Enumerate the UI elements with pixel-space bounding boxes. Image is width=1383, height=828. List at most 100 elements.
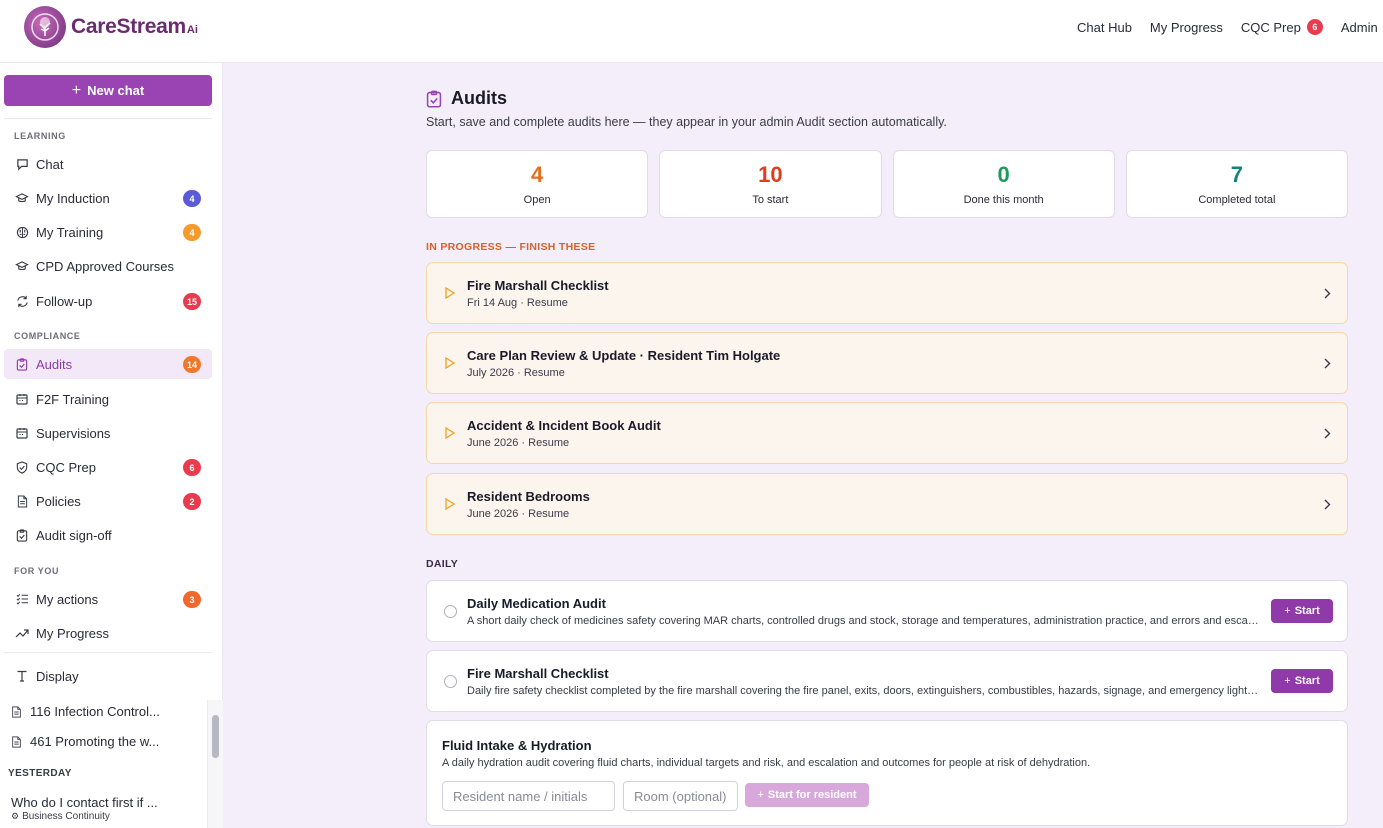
recent-chat-item[interactable]: 461 Promoting the w... — [11, 734, 159, 749]
section-for-you: FOR YOU — [14, 566, 60, 576]
stat-completed-total: 7 Completed total — [1125, 150, 1348, 218]
nav-cqc-prep[interactable]: CQC Prep 6 — [1241, 19, 1323, 35]
nav-label: Admin — [1340, 19, 1378, 35]
start-audit-button[interactable]: + Start — [1271, 599, 1333, 623]
radio-wrap — [427, 674, 467, 688]
radio-icon[interactable] — [443, 604, 457, 618]
nav-my-progress[interactable]: My Progress — [1150, 20, 1223, 35]
nav-admin[interactable]: Admin — [1341, 20, 1378, 35]
play-icon — [427, 357, 467, 369]
stat-value: 4 — [531, 162, 544, 187]
clipboard-check-icon — [426, 90, 442, 108]
in-progress-audit[interactable]: Resident Bedrooms June 2026 · Resume — [426, 473, 1348, 535]
button-label: Start for resident — [767, 789, 857, 801]
audit-meta: June 2026 · Resume — [467, 436, 570, 449]
section-learning: LEARNING — [14, 131, 66, 141]
brand-logo[interactable]: CareStream Ai — [24, 6, 198, 48]
fluid-intake-audit: Fluid Intake & Hydration A daily hydrati… — [426, 720, 1348, 826]
stat-to-start: 10 To start — [659, 150, 882, 218]
sidebar-item-label: My Induction — [36, 190, 110, 206]
divider — [4, 652, 212, 653]
history-chat-category: Business Continuity — [22, 811, 110, 822]
plus-icon: + — [1284, 605, 1291, 617]
sidebar-item-chat[interactable]: Chat — [4, 149, 212, 179]
sidebar-scrollbar[interactable] — [207, 700, 223, 828]
start-for-resident-button[interactable]: + Start for resident — [745, 783, 869, 807]
audit-title: Care Plan Review & Update · Resident Tim… — [467, 347, 781, 363]
page-title-text: Audits — [451, 88, 507, 108]
chat-bubble-icon — [15, 157, 29, 171]
chevron-right-icon — [1307, 428, 1347, 439]
play-icon — [427, 427, 467, 439]
sidebar-item-my-actions[interactable]: My actions 3 — [4, 584, 212, 614]
sidebar-item-supervisions[interactable]: Supervisions — [4, 418, 212, 448]
recent-chat-label: 116 Infection Control... — [30, 704, 160, 719]
in-progress-audit[interactable]: Accident & Incident Book Audit June 2026 … — [426, 402, 1348, 464]
resident-name-input[interactable] — [442, 781, 615, 811]
sidebar-item-label: Supervisions — [36, 425, 111, 441]
audit-title: Fluid Intake & Hydration — [442, 738, 592, 753]
history-chat-subtitle: ⚙ Business Continuity — [11, 811, 110, 822]
clipboard-check-icon — [15, 528, 29, 542]
sidebar-item-policies[interactable]: Policies 2 — [4, 486, 212, 516]
sidebar-item-audit-sign-off[interactable]: Audit sign-off — [4, 520, 212, 550]
sidebar-item-my-progress[interactable]: My Progress — [4, 618, 212, 648]
audit-title: Resident Bedrooms — [467, 488, 590, 504]
in-progress-audit[interactable]: Fire Marshall Checklist Fri 14 Aug · Resu… — [426, 262, 1348, 324]
sidebar-item-audits[interactable]: Audits 14 — [4, 349, 212, 379]
play-icon — [427, 498, 467, 510]
button-label: New chat — [87, 83, 145, 98]
radio-icon[interactable] — [443, 674, 457, 688]
brain-icon — [15, 225, 29, 239]
history-chat-title[interactable]: Who do I contact first if ... — [11, 795, 158, 810]
sidebar-item-my-induction[interactable]: My Induction 4 — [4, 183, 212, 213]
sidebar-item-f2f-training[interactable]: F2F Training — [4, 384, 212, 414]
sidebar-item-follow-up[interactable]: Follow-up 15 — [4, 286, 212, 316]
sidebar-item-label: My Training — [36, 224, 104, 240]
stat-value: 10 — [758, 162, 783, 187]
top-nav: Chat Hub My Progress CQC Prep 6 Admin — [1077, 19, 1383, 35]
audit-title: Daily Medication Audit — [467, 595, 606, 611]
audit-meta: Fri 14 Aug · Resume — [467, 296, 568, 309]
tag-icon: ⚙ — [11, 811, 20, 821]
trend-up-icon — [15, 626, 29, 640]
start-audit-button[interactable]: + Start — [1271, 669, 1333, 693]
radio-wrap — [427, 604, 467, 618]
count-badge: 14 — [183, 356, 201, 373]
audit-title: Fire Marshall Checklist — [467, 277, 609, 293]
sidebar-item-cqc-prep[interactable]: CQC Prep 6 — [4, 452, 212, 482]
count-badge: 4 — [183, 190, 201, 207]
daily-label: DAILY — [426, 558, 459, 570]
in-progress-label: IN PROGRESS — FINISH THESE — [426, 241, 596, 253]
sidebar-item-cpd-courses[interactable]: CPD Approved Courses — [4, 251, 212, 281]
nav-chat-hub[interactable]: Chat Hub — [1077, 20, 1132, 35]
daily-audit: Daily Medication Audit A short daily chec… — [426, 580, 1348, 642]
brand-suffix: Ai — [186, 24, 198, 36]
recent-chat-item[interactable]: 116 Infection Control... — [11, 704, 160, 719]
tree-logo-icon — [24, 6, 66, 48]
clipboard-check-icon — [15, 357, 29, 371]
nav-label: Chat Hub — [1077, 19, 1132, 35]
audit-description: Daily fire safety checklist completed by… — [467, 684, 1259, 697]
count-badge: 6 — [183, 459, 201, 476]
history-section-label: YESTERDAY — [8, 768, 72, 779]
stat-value: 7 — [1230, 162, 1243, 187]
document-icon — [15, 494, 29, 508]
sidebar-item-label: My Progress — [36, 625, 109, 641]
sidebar-item-label: My actions — [36, 591, 99, 607]
calendar-icon — [15, 426, 29, 440]
stat-label: Completed total — [1198, 194, 1276, 206]
in-progress-audit[interactable]: Care Plan Review & Update · Resident Tim… — [426, 332, 1348, 394]
sidebar-item-my-training[interactable]: My Training 4 — [4, 217, 212, 247]
room-input[interactable] — [623, 781, 738, 811]
chevron-right-icon — [1307, 288, 1347, 299]
refresh-icon — [15, 294, 29, 308]
audit-title: Accident & Incident Book Audit — [467, 417, 661, 433]
section-compliance: COMPLIANCE — [14, 331, 81, 341]
chevron-right-icon — [1307, 358, 1347, 369]
sidebar-item-display[interactable]: Display — [4, 661, 212, 691]
sidebar-item-label: Follow-up — [36, 293, 93, 309]
new-chat-button[interactable]: + New chat — [4, 75, 212, 106]
plus-icon: + — [1284, 675, 1291, 687]
sidebar-scrollbar-thumb[interactable] — [212, 715, 219, 758]
